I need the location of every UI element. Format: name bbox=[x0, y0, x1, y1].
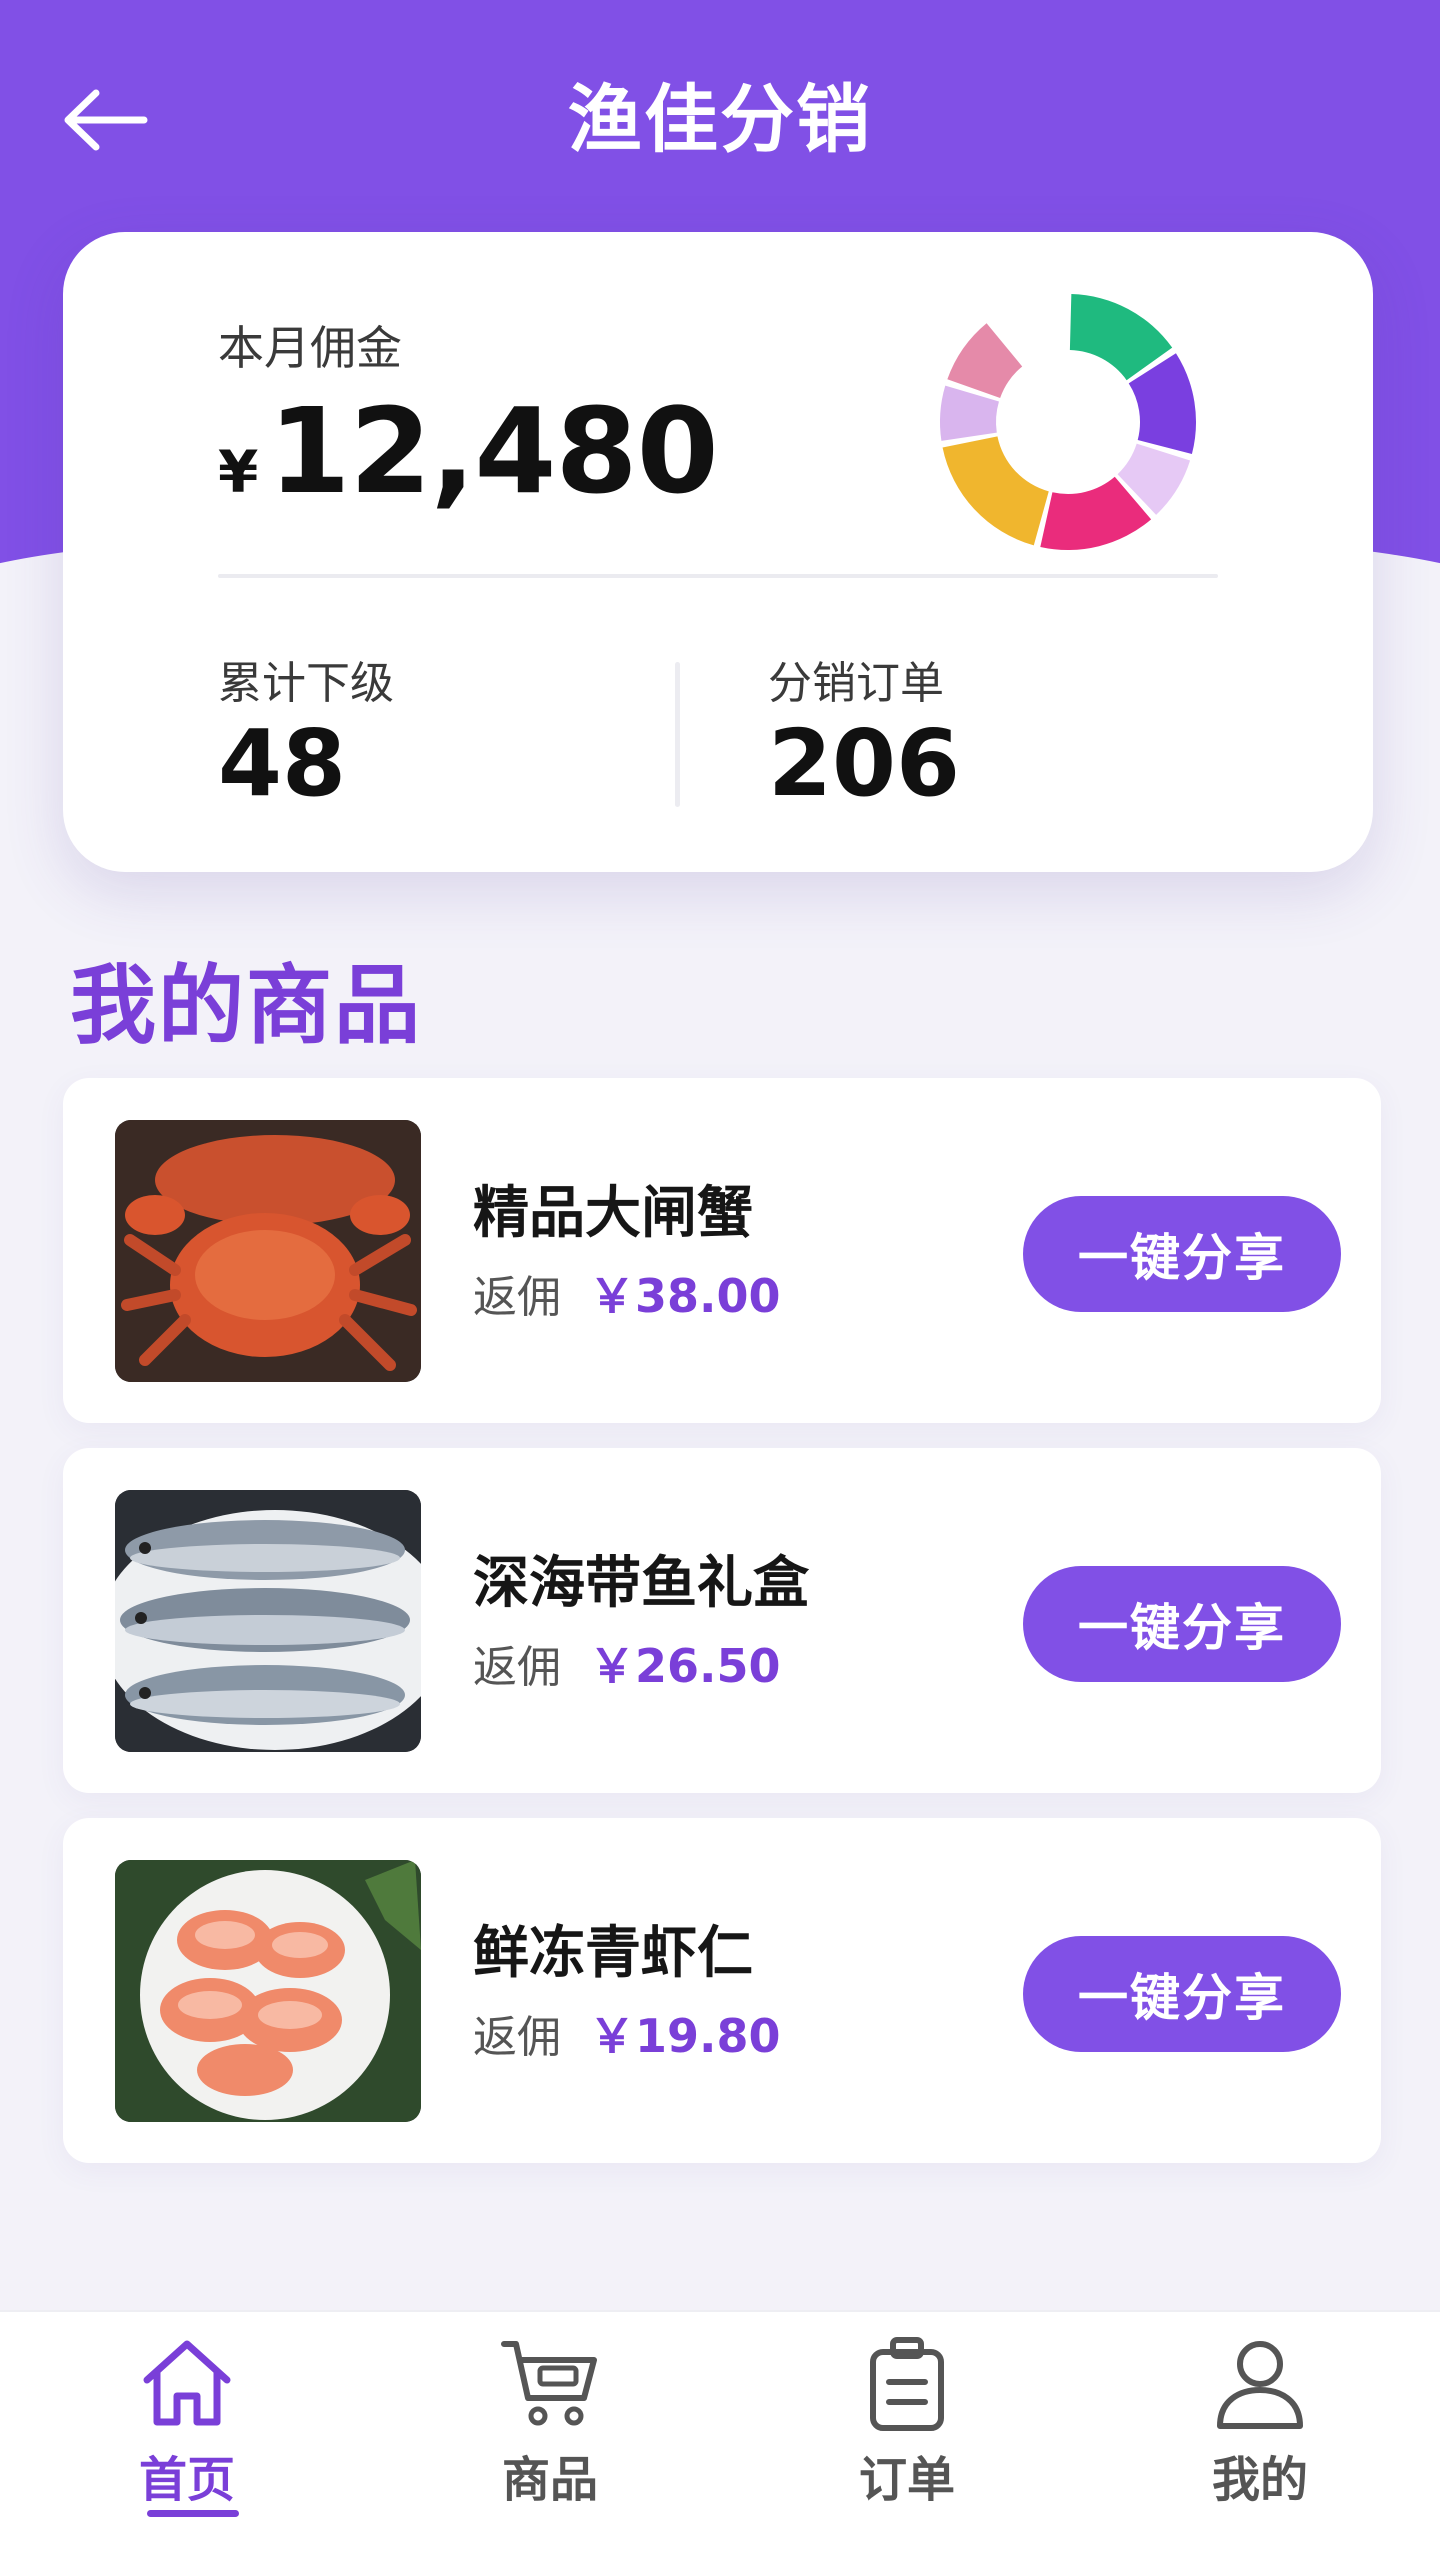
product-name: 深海带鱼礼盒 bbox=[473, 1551, 809, 1616]
rebate-label: 返佣 bbox=[473, 1272, 561, 1323]
crab-photo bbox=[115, 1120, 421, 1382]
nav-item-products[interactable]: 商品 bbox=[370, 2312, 730, 2562]
share-button[interactable]: 一键分享 bbox=[1023, 1196, 1341, 1312]
product-image bbox=[115, 1490, 421, 1752]
product-name: 精品大闸蟹 bbox=[473, 1181, 753, 1246]
nav-label: 首页 bbox=[138, 2452, 235, 2508]
clipboard-icon bbox=[870, 2337, 944, 2431]
commission-amount: 12,480 bbox=[268, 382, 718, 520]
product-commission: 返佣 ￥26.50 bbox=[473, 1630, 781, 1696]
shrimp-photo bbox=[115, 1860, 421, 2122]
rebate-label: 返佣 bbox=[473, 2012, 561, 2063]
subordinates-value: 48 bbox=[218, 710, 347, 817]
product-card[interactable]: 精品大闸蟹 返佣 ￥38.00 一键分享 bbox=[63, 1078, 1381, 1423]
commission-stats-card: 本月佣金 ¥ 12,480 累计下级 48 分销订单 206 bbox=[63, 232, 1373, 872]
product-card[interactable]: 鲜冻青虾仁 返佣 ￥19.80 一键分享 bbox=[63, 1818, 1381, 2163]
orders-value: 206 bbox=[768, 710, 961, 817]
page-title: 渔佳分销 bbox=[568, 77, 872, 163]
rebate-value: ￥26.50 bbox=[589, 1639, 781, 1693]
card-divider bbox=[218, 574, 1218, 578]
commission-donut-chart bbox=[940, 294, 1196, 550]
currency-symbol: ¥ bbox=[218, 438, 259, 506]
share-button[interactable]: 一键分享 bbox=[1023, 1936, 1341, 2052]
nav-label: 订单 bbox=[858, 2452, 955, 2508]
nav-label: 商品 bbox=[501, 2452, 598, 2508]
rebate-label: 返佣 bbox=[473, 1642, 561, 1693]
donut-segment bbox=[942, 436, 1049, 546]
nav-item-home[interactable]: 首页 bbox=[7, 2312, 367, 2562]
orders-label: 分销订单 bbox=[768, 658, 944, 709]
user-icon bbox=[1217, 2341, 1303, 2429]
product-commission: 返佣 ￥38.00 bbox=[473, 1260, 781, 1326]
subordinates-label: 累计下级 bbox=[218, 658, 394, 709]
nav-item-orders[interactable]: 订单 bbox=[727, 2312, 1087, 2562]
stats-divider bbox=[675, 662, 680, 807]
product-name: 鲜冻青虾仁 bbox=[473, 1921, 753, 1986]
nav-label: 我的 bbox=[1211, 2452, 1308, 2508]
active-indicator bbox=[147, 2510, 239, 2517]
rebate-value: ￥38.00 bbox=[589, 1269, 781, 1323]
product-image bbox=[115, 1120, 421, 1382]
product-commission: 返佣 ￥19.80 bbox=[473, 2000, 781, 2066]
app-bar: 渔佳分销 bbox=[0, 0, 1440, 240]
commission-value: ¥ 12,480 bbox=[218, 382, 719, 522]
donut-segment bbox=[947, 323, 1023, 398]
section-title: 我的商品 bbox=[70, 956, 422, 1056]
bottom-navigation: 首页 商品 订单 我的 bbox=[0, 2310, 1440, 2562]
cart-icon bbox=[501, 2341, 597, 2426]
product-image bbox=[115, 1860, 421, 2122]
share-button[interactable]: 一键分享 bbox=[1023, 1566, 1341, 1682]
fish-photo bbox=[115, 1490, 421, 1752]
product-card[interactable]: 深海带鱼礼盒 返佣 ￥26.50 一键分享 bbox=[63, 1448, 1381, 1793]
commission-label: 本月佣金 bbox=[218, 321, 402, 375]
nav-item-profile[interactable]: 我的 bbox=[1080, 2312, 1440, 2562]
home-icon bbox=[143, 2340, 231, 2426]
rebate-value: ￥19.80 bbox=[589, 2009, 781, 2063]
